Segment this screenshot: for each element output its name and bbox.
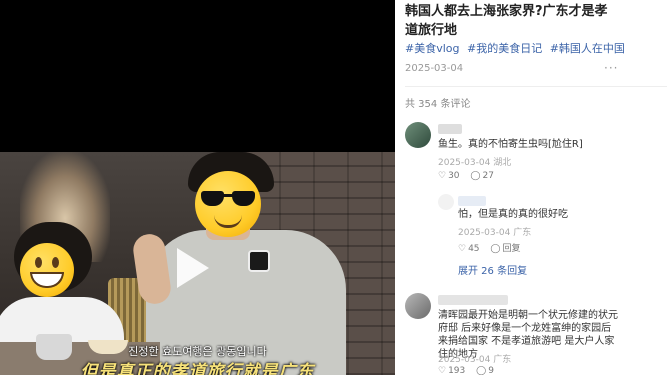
reply-text: 怕，但是真的真的很好吃 (458, 209, 568, 220)
like-count: 193 (448, 366, 466, 375)
username-blurred[interactable] (438, 124, 462, 134)
reply-meta: 2025-03-04 广东 (458, 225, 531, 238)
sunglasses-face-emoji-icon (195, 171, 261, 237)
reply-location: 广东 (513, 228, 532, 238)
username-blurred[interactable] (438, 295, 508, 305)
heart-icon[interactable]: ♡ (438, 366, 446, 375)
comment-actions: ♡ 30 ◯ 27 (438, 171, 502, 181)
like-count: 45 (468, 244, 480, 254)
post-date: 2025-03-04 (405, 63, 464, 74)
tag-link[interactable]: #我的美食日记 (467, 42, 542, 55)
lapel-mic-icon (248, 250, 270, 272)
reply-count: 27 (482, 171, 494, 181)
heart-icon[interactable]: ♡ (458, 244, 466, 254)
comment-date: 2025-03-04 (438, 158, 491, 168)
comment-bubble-icon[interactable]: ◯ (470, 171, 480, 181)
avatar[interactable] (405, 122, 431, 148)
comment-location: 广东 (493, 355, 512, 365)
comment-actions: ♡ 193 ◯ 9 (438, 366, 502, 375)
heart-icon[interactable]: ♡ (438, 171, 446, 181)
comment-meta: 2025-03-04 广东 (438, 352, 511, 365)
post-title: 韩国人都去上海张家界?广东才是孝道旅行地 (405, 4, 608, 38)
username-blurred[interactable] (458, 196, 486, 206)
avatar[interactable] (405, 293, 431, 319)
play-icon[interactable] (177, 248, 209, 288)
comment-count: 共 354 条评论 (405, 99, 471, 110)
post-tags: #美食vlog #我的美食日记 #韩国人在中国 (405, 40, 665, 56)
grinning-face-emoji-icon (20, 243, 74, 297)
divider (405, 86, 667, 87)
more-dots-icon[interactable]: ··· (604, 61, 618, 75)
expand-replies-link[interactable]: 展开 26 条回复 (458, 262, 527, 277)
comment-meta: 2025-03-04 湖北 (438, 155, 511, 168)
reply-date: 2025-03-04 (458, 228, 511, 238)
reply-button[interactable]: 回复 (502, 244, 520, 254)
post-detail-panel: 韩国人都去上海张家界?广东才是孝道旅行地 #美食vlog #我的美食日记 #韩国… (395, 0, 669, 375)
subtitle-chinese: 但是真正的孝道旅行就是广东 (80, 362, 315, 375)
comment-text: 鱼生。真的不怕寄生虫吗[尬住R] (438, 139, 583, 150)
video-player[interactable]: 진정한 효도여행은 광동입니다 但是真正的孝道旅行就是广东 (0, 0, 395, 375)
comment-location: 湖北 (493, 158, 512, 168)
like-count: 30 (448, 171, 460, 181)
tag-link[interactable]: #美食vlog (405, 42, 460, 55)
comment-bubble-icon[interactable]: ◯ (476, 366, 486, 375)
reply-count: 9 (488, 366, 494, 375)
comment-date: 2025-03-04 (438, 355, 491, 365)
avatar[interactable] (438, 194, 454, 210)
reply-actions: ♡ 45 ◯ 回复 (458, 241, 521, 254)
comment-bubble-icon[interactable]: ◯ (490, 244, 500, 254)
tag-link[interactable]: #韩国人在中国 (550, 42, 625, 55)
